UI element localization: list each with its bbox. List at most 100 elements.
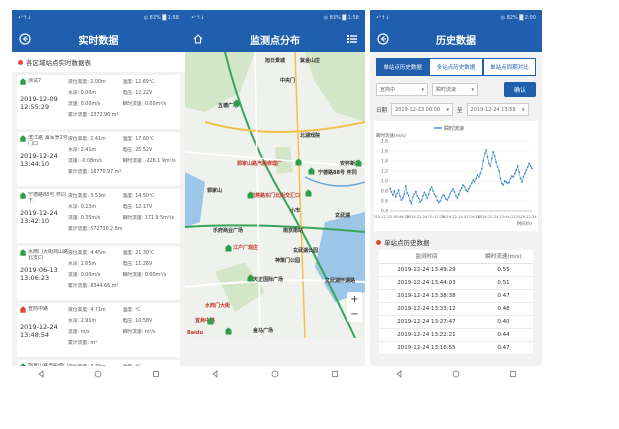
data-point bbox=[403, 193, 406, 195]
data-point bbox=[410, 202, 413, 205]
tab-same-period[interactable]: 单站点同期对比 bbox=[482, 58, 536, 76]
confirm-button[interactable]: 确认 bbox=[503, 82, 536, 97]
nav-recents-icon[interactable] bbox=[331, 370, 339, 378]
chevron-down-icon: ▾ bbox=[421, 86, 424, 93]
y-tick-label: 0.4 bbox=[381, 209, 388, 215]
row-flow: 0.40 bbox=[473, 315, 533, 329]
phone-realtime-data: •ᵒ↑↓ ◎ 83% █ 1:58 实时数据 各区域站点实时数据表 测试7 201… bbox=[12, 10, 185, 382]
back-icon[interactable] bbox=[18, 32, 32, 46]
home-icon[interactable] bbox=[191, 32, 205, 46]
data-point bbox=[412, 196, 414, 198]
nav-recents-icon[interactable] bbox=[509, 370, 517, 378]
station-marker-icon[interactable] bbox=[305, 182, 312, 201]
nav-back-icon[interactable] bbox=[395, 370, 403, 378]
data-point bbox=[466, 190, 469, 193]
data-point bbox=[483, 152, 486, 155]
row-flow: 0.55 bbox=[473, 263, 533, 277]
station-card[interactable]: 滨江路 海军罗2号门口 2019-12-24 13:44:10 液位高度: 2.41m… bbox=[17, 132, 180, 186]
station-marker-icon[interactable] bbox=[225, 237, 232, 256]
station-icon bbox=[20, 306, 26, 313]
station-name-row: 水西门大街商山路北支口 bbox=[20, 249, 68, 262]
nav-recents-icon[interactable] bbox=[152, 370, 160, 378]
station-marker-icon[interactable] bbox=[295, 151, 302, 170]
date-to-input[interactable]: 2019-12-24 13:59 ▾ bbox=[466, 103, 529, 116]
nav-home-icon[interactable] bbox=[94, 370, 102, 378]
data-point bbox=[478, 176, 480, 178]
station-name: 滨江路 海军罗2号门口 bbox=[28, 135, 68, 147]
nav-home-icon[interactable] bbox=[271, 370, 279, 378]
data-point bbox=[446, 199, 449, 201]
data-point bbox=[443, 195, 446, 197]
data-point bbox=[435, 195, 437, 198]
date-from-input[interactable]: 2019-12-23 00:00 ▾ bbox=[391, 103, 454, 116]
station-card[interactable]: 测试7 2019-12-09 12:55:29 液位高度: 2.00m 温度: 12.6… bbox=[17, 75, 180, 129]
data-point bbox=[475, 177, 477, 180]
map-label: 乐府商业广场 bbox=[213, 228, 244, 234]
station-metric: 温度: ℃ bbox=[122, 308, 141, 313]
station-metric: 电压: 12.22V bbox=[122, 91, 153, 96]
station-datetime: 2019-12-24 13:42:10 bbox=[20, 209, 68, 225]
data-point bbox=[525, 169, 528, 171]
station-info: 水西门大街商山路北支口 2019-06-13 13:06:23 bbox=[20, 249, 68, 297]
status-battery-time: ◎ 83% █ 1:58 bbox=[323, 15, 359, 21]
station-metrics: 液位高度: 4.71m 温度: ℃ 水深: 2.91m 电压: 10.58V 流速: m… bbox=[68, 306, 177, 354]
station-metrics: 液位高度: 2.41m 温度: 17.60℃ 水深: 2.41m 电压: 25.52V… bbox=[68, 135, 177, 183]
station-marker-icon[interactable] bbox=[225, 320, 232, 338]
back-icon[interactable] bbox=[376, 32, 390, 46]
nav-back-icon[interactable] bbox=[211, 370, 219, 378]
station-marker-icon[interactable] bbox=[247, 267, 254, 286]
station-metric: 水深: 2.65m bbox=[68, 262, 97, 267]
station-metric: 累计流量: m³ bbox=[68, 341, 97, 346]
station-marker-icon[interactable] bbox=[355, 152, 362, 171]
chevron-down-icon: ▾ bbox=[446, 106, 450, 113]
station-card[interactable]: 宁德路88号 怀同下 2019-12-24 13:42:10 液位高度: 3.53m 温… bbox=[17, 189, 180, 243]
to-label: 至 bbox=[457, 107, 463, 114]
section-title: 各区域站点实时数据表 bbox=[26, 59, 91, 67]
metric-select[interactable]: 瞬时流速 ▾ bbox=[432, 83, 478, 96]
data-point bbox=[519, 177, 522, 180]
map-label: 玄武湖环湖路 bbox=[325, 278, 356, 284]
station-card[interactable]: 水西门大街商山路北支口 2019-06-13 13:06:23 液位高度: 4.45m… bbox=[17, 246, 180, 300]
data-point bbox=[479, 172, 482, 175]
station-metric: 瞬时流速: 171.9 5m³/s bbox=[122, 216, 174, 221]
nav-home-icon[interactable] bbox=[452, 370, 460, 378]
data-point bbox=[390, 191, 393, 193]
station-marker-icon[interactable] bbox=[233, 92, 240, 111]
station-select[interactable]: 宣商中 ▾ bbox=[376, 83, 428, 96]
tab-single-station[interactable]: 单站点历史数据 bbox=[376, 58, 430, 76]
zoom-out-button[interactable]: − bbox=[350, 309, 358, 320]
status-signal: •ᵒ↑↓ bbox=[376, 15, 390, 21]
map-label: 郭家山路汽船修理厂 bbox=[237, 161, 283, 167]
data-point bbox=[472, 179, 475, 181]
station-metric: 电压: 12.17V bbox=[122, 205, 153, 210]
data-point bbox=[457, 193, 460, 196]
station-metrics: 液位高度: 4.45m 温度: 21.30℃ 水深: 2.65m 电压: 11.26V… bbox=[68, 249, 177, 297]
nav-back-icon[interactable] bbox=[37, 370, 45, 378]
tab-multi-station[interactable]: 多站点历史数据 bbox=[429, 58, 483, 76]
data-point bbox=[522, 176, 525, 178]
station-list: 测试7 2019-12-09 12:55:29 液位高度: 2.00m 温度: 12.6… bbox=[12, 75, 185, 382]
station-metric: 液位高度: 3.53m bbox=[68, 194, 106, 199]
row-flow: 0.47 bbox=[473, 289, 533, 303]
station-card[interactable]: 宣商中路 2019-12-24 13:48:54 液位高度: 4.71m 温度: ℃ 水深… bbox=[17, 303, 180, 357]
station-metric: 电压: 11.26V bbox=[122, 262, 153, 267]
station-marker-icon[interactable] bbox=[308, 160, 315, 179]
station-metric: 温度: 17.60℃ bbox=[122, 137, 155, 142]
app-header: 实时数据 bbox=[12, 26, 185, 52]
station-marker-icon[interactable] bbox=[247, 184, 254, 203]
data-point bbox=[416, 195, 419, 197]
station-metric: 温度: 21.30℃ bbox=[122, 251, 155, 256]
map-label: 紫金山庄 bbox=[300, 58, 321, 64]
zoom-in-button[interactable]: + bbox=[350, 294, 358, 305]
menu-icon[interactable] bbox=[345, 32, 359, 46]
station-metric: 流速: 0.00m/s bbox=[68, 273, 101, 278]
status-battery-time: ◎ 82% █ 2:00 bbox=[500, 15, 536, 21]
map-view[interactable]: 旭日景城 紫金山庄 五塘广场 中央门 北湖戏院 郭家山路汽船修理厂 郭家山 宁德… bbox=[185, 52, 365, 338]
y-tick-label: 1.8 bbox=[381, 139, 388, 145]
data-point bbox=[493, 155, 496, 157]
station-marker-icon[interactable] bbox=[207, 310, 214, 329]
data-point bbox=[501, 182, 503, 185]
data-point bbox=[409, 200, 411, 202]
data-point bbox=[392, 194, 394, 196]
data-point bbox=[393, 190, 396, 192]
